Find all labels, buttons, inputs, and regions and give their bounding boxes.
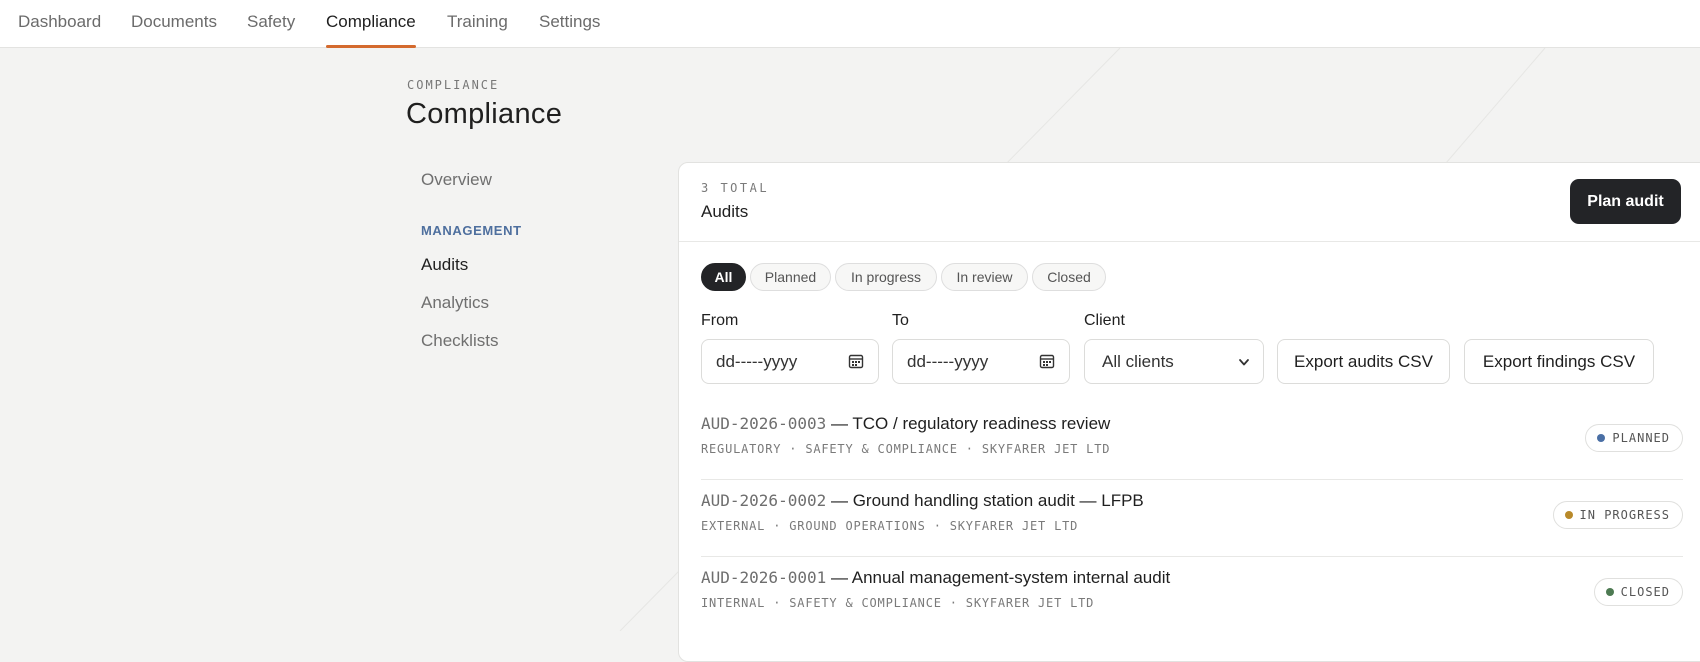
tab-compliance[interactable]: Compliance: [326, 0, 416, 48]
audit-title: AUD-2026-0003 — TCO / regulatory readine…: [701, 414, 1110, 434]
client-select[interactable]: All clients: [1084, 339, 1264, 384]
sidebar-item-checklists[interactable]: Checklists: [421, 331, 498, 351]
status-label: IN PROGRESS: [1579, 508, 1670, 522]
status-badge: IN PROGRESS: [1552, 501, 1683, 529]
status-badge: CLOSED: [1593, 578, 1683, 606]
audit-meta: REGULATORY · SAFETY & COMPLIANCE · SKYFA…: [701, 442, 1111, 456]
panel-title: Audits: [701, 202, 749, 221]
audit-meta: EXTERNAL · GROUND OPERATIONS · SKYFARER …: [701, 519, 1079, 533]
sidebar-item-audits[interactable]: Audits: [421, 255, 468, 275]
export-findings-csv-button[interactable]: Export findings CSV: [1464, 339, 1654, 384]
to-label: To: [892, 312, 909, 329]
tab-dashboard[interactable]: Dashboard: [18, 0, 101, 48]
panel-header: 3 TOTAL Audits Plan audit: [679, 163, 1700, 242]
client-select-value: All clients: [1102, 352, 1174, 371]
tab-training[interactable]: Training: [447, 0, 508, 48]
sidebar-section-management: MANAGEMENT: [421, 223, 522, 238]
calendar-icon[interactable]: [848, 353, 864, 369]
filter-chip-in-review[interactable]: In review: [941, 263, 1028, 291]
audit-row[interactable]: AUD-2026-0003 — TCO / regulatory readine…: [701, 402, 1683, 480]
to-date-value: dd-----yyyy: [907, 352, 989, 371]
tab-settings[interactable]: Settings: [539, 0, 600, 48]
audit-row[interactable]: AUD-2026-0002 — Ground handling station …: [701, 479, 1683, 557]
from-label: From: [701, 312, 739, 329]
from-date-value: dd-----yyyy: [716, 352, 798, 371]
audit-code: AUD-2026-0002: [701, 491, 827, 510]
top-navigation: Dashboard Documents Safety Compliance Tr…: [0, 0, 1700, 48]
status-label: CLOSED: [1620, 585, 1670, 599]
filter-chip-planned[interactable]: Planned: [750, 263, 831, 291]
audit-row[interactable]: AUD-2026-0001 — Annual management-system…: [701, 556, 1683, 633]
audit-code: AUD-2026-0003: [701, 414, 827, 433]
status-badge: PLANNED: [1585, 424, 1683, 452]
plan-audit-button[interactable]: Plan audit: [1570, 179, 1681, 224]
filter-chip-in-progress[interactable]: In progress: [835, 263, 937, 291]
audit-name: — Annual management-system internal audi…: [830, 568, 1171, 587]
page-title: Compliance: [406, 98, 563, 130]
audit-code: AUD-2026-0001: [701, 568, 827, 587]
sidebar-item-overview[interactable]: Overview: [421, 170, 492, 190]
calendar-icon[interactable]: [1039, 353, 1055, 369]
audits-panel: 3 TOTAL Audits Plan audit All Planned In…: [678, 162, 1700, 662]
audit-name: — TCO / regulatory readiness review: [830, 414, 1111, 433]
audit-count: 3 TOTAL: [701, 181, 770, 195]
sidebar-item-analytics[interactable]: Analytics: [421, 293, 489, 313]
audit-title: AUD-2026-0001 — Annual management-system…: [701, 568, 1170, 588]
status-dot: [1564, 511, 1573, 519]
to-date-input[interactable]: dd-----yyyy: [892, 339, 1070, 384]
filter-chip-all[interactable]: All: [701, 263, 746, 291]
status-dot: [1597, 434, 1606, 442]
audit-name: — Ground handling station audit — LFPB: [830, 491, 1144, 510]
status-label: PLANNED: [1612, 431, 1670, 445]
client-label: Client: [1084, 312, 1125, 329]
tab-safety[interactable]: Safety: [247, 0, 295, 48]
page-eyebrow: COMPLIANCE: [407, 78, 500, 92]
export-audits-csv-button[interactable]: Export audits CSV: [1277, 339, 1450, 384]
chevron-down-icon: [1239, 359, 1249, 366]
audit-title: AUD-2026-0002 — Ground handling station …: [701, 491, 1144, 511]
from-date-input[interactable]: dd-----yyyy: [701, 339, 879, 384]
audit-meta: INTERNAL · SAFETY & COMPLIANCE · SKYFARE…: [701, 596, 1095, 610]
filter-chip-closed[interactable]: Closed: [1032, 263, 1106, 291]
tab-documents[interactable]: Documents: [131, 0, 217, 48]
status-dot: [1605, 588, 1614, 596]
